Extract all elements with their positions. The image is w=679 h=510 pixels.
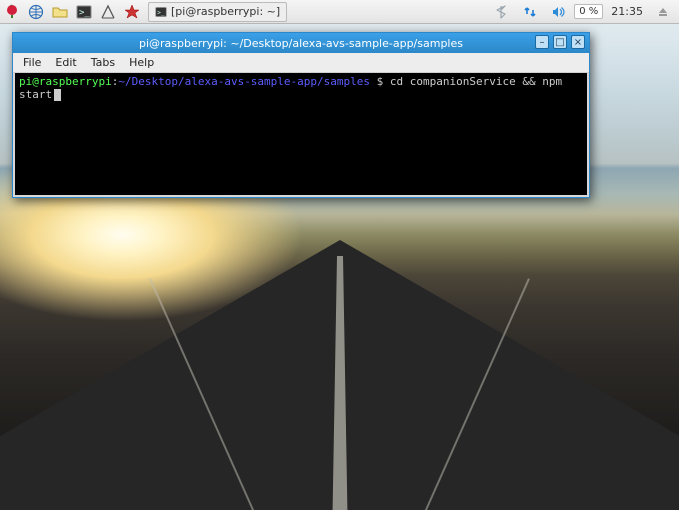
prompt-host: raspberrypi (39, 75, 112, 88)
menu-tabs[interactable]: Tabs (85, 54, 121, 71)
menu-icon[interactable] (1, 1, 23, 23)
terminal-cursor (54, 89, 61, 101)
menubar: File Edit Tabs Help (13, 53, 589, 73)
taskbar-window-label: [pi@raspberrypi: ~] (171, 5, 280, 18)
system-tray: 0 % 21:35 (490, 1, 675, 23)
menu-help[interactable]: Help (123, 54, 160, 71)
cpu-usage[interactable]: 0 % (574, 4, 603, 19)
taskbar-window-button[interactable]: >_ [pi@raspberrypi: ~] (148, 2, 287, 22)
web-icon[interactable] (25, 1, 47, 23)
menu-file[interactable]: File (17, 54, 47, 71)
menu-edit[interactable]: Edit (49, 54, 82, 71)
wolfram-icon[interactable] (121, 1, 143, 23)
prompt-user: pi (19, 75, 32, 88)
prompt-path: ~/Desktop/alexa-avs-sample-app/samples (118, 75, 370, 88)
maximize-button[interactable]: □ (553, 35, 567, 49)
eject-icon[interactable] (652, 1, 674, 23)
close-button[interactable]: × (571, 35, 585, 49)
terminal-window: pi@raspberrypi: ~/Desktop/alexa-avs-samp… (12, 32, 590, 198)
prompt-symbol: $ (377, 75, 384, 88)
bluetooth-icon[interactable] (491, 1, 513, 23)
terminal-body[interactable]: pi@raspberrypi:~/Desktop/alexa-avs-sampl… (13, 73, 589, 197)
files-icon[interactable] (49, 1, 71, 23)
mathematica-icon[interactable] (97, 1, 119, 23)
terminal-icon[interactable]: >_ (73, 1, 95, 23)
minimize-button[interactable]: – (535, 35, 549, 49)
svg-text:>_: >_ (157, 9, 165, 16)
window-titlebar[interactable]: pi@raspberrypi: ~/Desktop/alexa-avs-samp… (13, 33, 589, 53)
wallpaper-road (0, 240, 679, 510)
svg-text:>_: >_ (79, 8, 90, 18)
volume-icon[interactable] (547, 1, 569, 23)
window-title: pi@raspberrypi: ~/Desktop/alexa-avs-samp… (139, 37, 463, 50)
taskbar: >_ >_ [pi@raspberrypi: ~] 0 % 21:35 (0, 0, 679, 24)
network-icon[interactable] (519, 1, 541, 23)
clock[interactable]: 21:35 (611, 5, 643, 18)
